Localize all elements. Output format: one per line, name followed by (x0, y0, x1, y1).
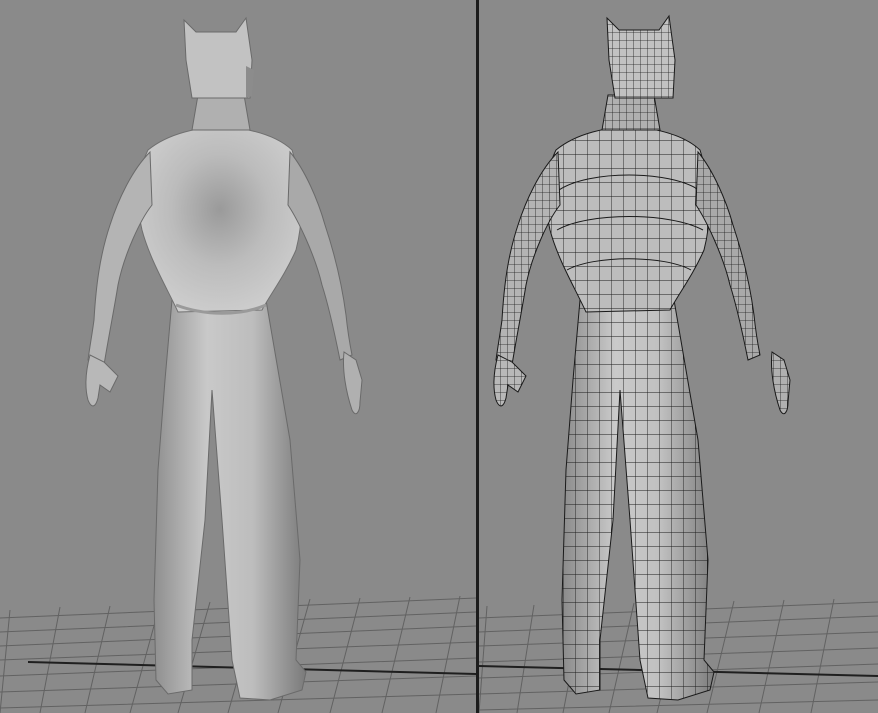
viewport-canvas[interactable] (0, 0, 476, 713)
viewport-wireframe[interactable] (479, 0, 878, 713)
character-model-wireframe[interactable] (493, 14, 791, 710)
viewport-canvas[interactable] (479, 0, 878, 713)
viewport-smooth[interactable] (0, 0, 476, 713)
viewport-layout (0, 0, 878, 713)
character-model-smooth[interactable] (85, 16, 363, 701)
